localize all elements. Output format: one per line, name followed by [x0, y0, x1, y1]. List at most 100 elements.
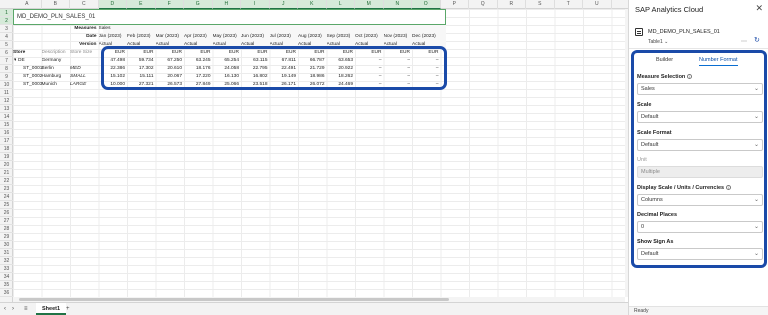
display-scale-dropdown[interactable]: Columns ⌄: [637, 194, 763, 206]
row-header-31[interactable]: 31: [0, 249, 13, 257]
column-header-p[interactable]: P: [441, 0, 469, 9]
row-header-23[interactable]: 23: [0, 185, 13, 193]
row-header-27[interactable]: 27: [0, 217, 13, 225]
column-header-c[interactable]: C: [70, 0, 99, 9]
month-header[interactable]: Jul (2023): [270, 33, 297, 41]
row-header-22[interactable]: 22: [0, 177, 13, 185]
next-sheet-icon[interactable]: ›: [12, 303, 14, 315]
month-header[interactable]: Apr (2023): [184, 33, 211, 41]
show-sign-dropdown[interactable]: Default ⌄: [637, 248, 763, 260]
column-header-a[interactable]: A: [13, 0, 42, 9]
column-header-m[interactable]: M: [355, 0, 384, 9]
row-header-2[interactable]: 2: [0, 17, 13, 25]
row-header-8[interactable]: 8: [0, 65, 13, 73]
month-header[interactable]: Dec (2023): [412, 33, 439, 41]
month-header[interactable]: Nov (2023): [384, 33, 411, 41]
row-header-6[interactable]: 6: [0, 49, 13, 57]
info-icon[interactable]: i: [726, 185, 732, 191]
month-header[interactable]: Jun (2023): [241, 33, 268, 41]
column-header-i[interactable]: I: [241, 0, 270, 9]
row-header-10[interactable]: 10: [0, 81, 13, 89]
row-header-35[interactable]: 35: [0, 281, 13, 289]
column-header-t[interactable]: T: [555, 0, 583, 9]
month-header[interactable]: Oct (2023): [355, 33, 382, 41]
row-header-1[interactable]: 1: [0, 9, 13, 17]
month-header[interactable]: May (2023): [213, 33, 240, 41]
column-header-k[interactable]: K: [298, 0, 327, 9]
row-header-18[interactable]: 18: [0, 145, 13, 153]
decimal-places-dropdown[interactable]: 0 ⌄: [637, 221, 763, 233]
row-header-32[interactable]: 32: [0, 257, 13, 265]
info-icon[interactable]: i: [687, 74, 693, 80]
column-header-g[interactable]: G: [184, 0, 213, 9]
column-header-d[interactable]: D: [98, 0, 127, 9]
column-header-j[interactable]: J: [269, 0, 298, 9]
row-header-16[interactable]: 16: [0, 129, 13, 137]
date-label[interactable]: Date: [70, 33, 96, 41]
month-header[interactable]: Aug (2023): [298, 33, 325, 41]
refresh-icon[interactable]: ↻: [754, 36, 760, 44]
measures-value[interactable]: Sales: [99, 25, 126, 33]
table-title-cell[interactable]: MD_DEMO_PLN_SALES_01: [13, 9, 446, 25]
prev-sheet-icon[interactable]: ‹: [4, 303, 6, 315]
row-header-3[interactable]: 3: [0, 25, 13, 33]
expand-icon[interactable]: ▾: [14, 57, 16, 65]
row-header-29[interactable]: 29: [0, 233, 13, 241]
tab-builder[interactable]: Builder: [656, 57, 673, 63]
sheet-menu-icon[interactable]: ≡: [24, 303, 28, 315]
row-header-9[interactable]: 9: [0, 73, 13, 81]
column-header-r[interactable]: R: [498, 0, 526, 9]
column-header-h[interactable]: H: [212, 0, 241, 9]
month-header[interactable]: Jan (2023): [99, 33, 126, 41]
row-header-14[interactable]: 14: [0, 113, 13, 121]
column-header-n[interactable]: N: [383, 0, 412, 9]
close-icon[interactable]: ✕: [755, 3, 763, 14]
more-options-icon[interactable]: ⋯: [741, 38, 747, 45]
horizontal-scroll-thumb[interactable]: [19, 298, 449, 301]
description-header[interactable]: Description: [42, 49, 69, 57]
month-header[interactable]: Sep (2023): [327, 33, 354, 41]
row-header-15[interactable]: 15: [0, 121, 13, 129]
measures-label[interactable]: Measures: [70, 25, 96, 33]
row-header-28[interactable]: 28: [0, 225, 13, 233]
row-header-19[interactable]: 19: [0, 153, 13, 161]
row-header-24[interactable]: 24: [0, 193, 13, 201]
row-header-12[interactable]: 12: [0, 97, 13, 105]
column-header-q[interactable]: Q: [469, 0, 498, 9]
row-header-26[interactable]: 26: [0, 209, 13, 217]
sheet-tab[interactable]: Sheet1: [36, 303, 67, 315]
column-header-f[interactable]: F: [155, 0, 184, 9]
description-cell[interactable]: Berlin: [42, 65, 69, 73]
month-header[interactable]: Feb (2023): [127, 33, 154, 41]
table-selector[interactable]: Table1 ⌄: [648, 39, 668, 45]
month-header[interactable]: Mar (2023): [156, 33, 183, 41]
row-header-30[interactable]: 30: [0, 241, 13, 249]
column-header-l[interactable]: L: [326, 0, 355, 9]
column-header-b[interactable]: B: [42, 0, 70, 9]
description-cell[interactable]: Munich: [42, 81, 69, 89]
row-header-11[interactable]: 11: [0, 89, 13, 97]
row-header-25[interactable]: 25: [0, 201, 13, 209]
column-header-s[interactable]: S: [526, 0, 555, 9]
row-header-5[interactable]: 5: [0, 41, 13, 49]
description-cell[interactable]: Hamburg: [42, 73, 69, 81]
row-header-20[interactable]: 20: [0, 161, 13, 169]
measure-selection-dropdown[interactable]: Sales ⌄: [637, 83, 763, 95]
tab-number-format[interactable]: Number Format: [699, 57, 738, 66]
row-header-33[interactable]: 33: [0, 265, 13, 273]
store-header[interactable]: Store: [13, 49, 40, 57]
scale-dropdown[interactable]: Default ⌄: [637, 111, 763, 123]
row-header-34[interactable]: 34: [0, 273, 13, 281]
store-size-cell[interactable]: SMALL: [70, 73, 97, 81]
column-header-o[interactable]: O: [412, 0, 441, 9]
row-header-21[interactable]: 21: [0, 169, 13, 177]
row-header-13[interactable]: 13: [0, 105, 13, 113]
description-cell[interactable]: Germany: [42, 57, 69, 65]
scale-format-dropdown[interactable]: Default ⌄: [637, 139, 763, 151]
store-size-cell[interactable]: LARGE: [70, 81, 97, 89]
row-header-36[interactable]: 36: [0, 289, 13, 297]
store-size-header[interactable]: Store Size: [70, 49, 97, 57]
row-header-17[interactable]: 17: [0, 137, 13, 145]
version-label[interactable]: Version: [70, 41, 96, 49]
row-header-7[interactable]: 7: [0, 57, 13, 65]
